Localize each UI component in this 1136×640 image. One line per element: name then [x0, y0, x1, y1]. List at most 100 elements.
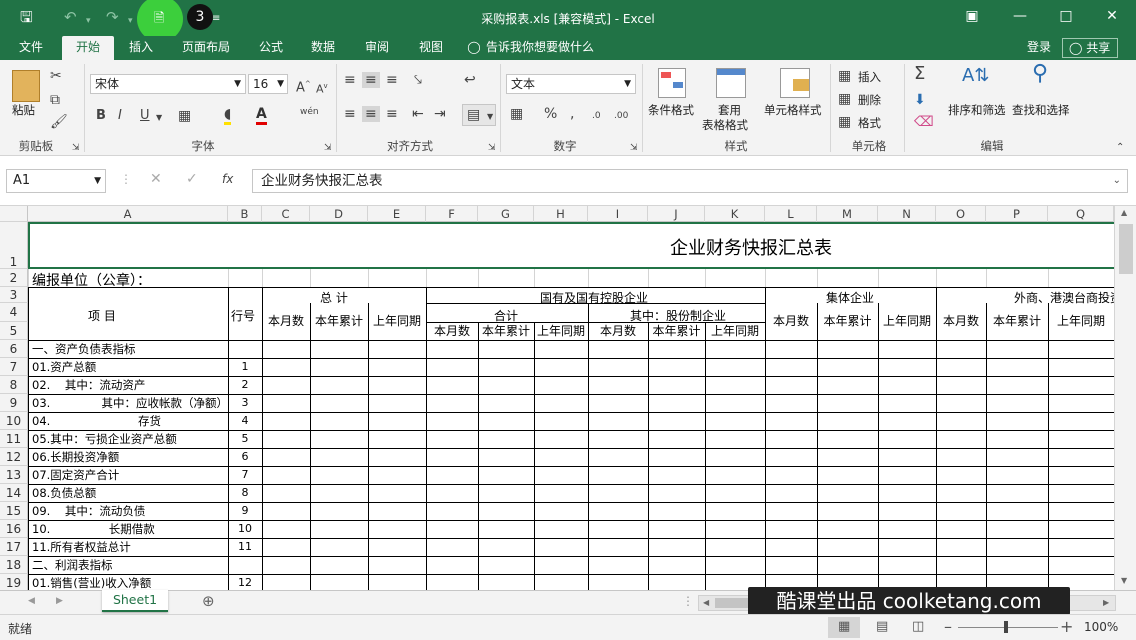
number-launcher-icon[interactable]: ⇲: [630, 140, 638, 156]
tab-home[interactable]: 开始: [62, 36, 114, 60]
prev-sheet-icon[interactable]: ◀: [28, 596, 35, 606]
item-row-no[interactable]: 12: [228, 574, 262, 590]
row-header-4[interactable]: 4: [0, 303, 28, 322]
item-row-no[interactable]: 7: [228, 466, 262, 484]
item-row-no[interactable]: 8: [228, 484, 262, 502]
row-header-6[interactable]: 6: [0, 340, 28, 358]
column-header-b[interactable]: B: [228, 206, 262, 222]
column-header-c[interactable]: C: [262, 206, 310, 222]
row-header-17[interactable]: 17: [0, 538, 28, 556]
item-label[interactable]: 03. 其中：应收帐款（净额）: [32, 394, 228, 412]
orientation-icon[interactable]: ⤥: [414, 72, 422, 88]
tab-insert[interactable]: 插入: [120, 36, 162, 60]
item-row-no[interactable]: 9: [228, 502, 262, 520]
format-painter-icon[interactable]: 🖌: [50, 114, 68, 130]
row-header-19[interactable]: 19: [0, 574, 28, 590]
sort-filter-label[interactable]: 排序和筛选: [948, 102, 1006, 118]
column-header-h[interactable]: H: [534, 206, 588, 222]
header-last-year[interactable]: 上年同期: [705, 322, 765, 340]
item-label[interactable]: 05.其中：亏损企业资产总额: [32, 430, 177, 448]
split-handle-icon[interactable]: ⋮: [682, 594, 694, 608]
align-center-icon[interactable]: ≡: [362, 106, 380, 122]
autosum-icon[interactable]: Σ: [914, 65, 925, 83]
header-ytd[interactable]: 本年累计: [648, 322, 705, 340]
comma-icon[interactable]: ,: [570, 106, 574, 122]
column-header-o[interactable]: O: [936, 206, 986, 222]
maximize-icon[interactable]: □: [1056, 8, 1076, 24]
item-label[interactable]: 10. 长期借款: [32, 520, 155, 538]
column-header-m[interactable]: M: [817, 206, 878, 222]
column-header-l[interactable]: L: [765, 206, 817, 222]
row-header-1[interactable]: 1: [0, 222, 28, 269]
row-header-7[interactable]: 7: [0, 358, 28, 376]
row-header-2[interactable]: 2: [0, 269, 28, 287]
row-header-16[interactable]: 16: [0, 520, 28, 538]
align-top-icon[interactable]: ≡: [344, 72, 356, 88]
chevron-down-icon[interactable]: ▼: [156, 110, 162, 126]
conditional-format-icon[interactable]: [658, 68, 686, 98]
paste-icon[interactable]: [12, 70, 40, 102]
cancel-icon[interactable]: ✕: [150, 171, 162, 187]
italic-icon[interactable]: I: [118, 108, 122, 124]
currency-icon[interactable]: ▦: [510, 106, 523, 122]
scroll-down-icon[interactable]: ▼: [1121, 576, 1127, 585]
insert-function-icon[interactable]: fx: [222, 172, 233, 186]
row-header-18[interactable]: 18: [0, 556, 28, 574]
item-label[interactable]: 06.长期投资净额: [32, 448, 119, 466]
font-color-icon[interactable]: A: [256, 106, 267, 125]
cut-icon[interactable]: ✂: [50, 68, 62, 84]
column-header-p[interactable]: P: [986, 206, 1048, 222]
align-bottom-icon[interactable]: ≡: [386, 72, 398, 88]
header-last-year[interactable]: 上年同期: [878, 303, 936, 340]
scroll-up-icon[interactable]: ▲: [1121, 208, 1127, 217]
scroll-right-icon[interactable]: ▶: [1103, 598, 1109, 607]
expand-formula-icon[interactable]: ⌄: [1113, 170, 1121, 192]
align-left-icon[interactable]: ≡: [344, 106, 356, 122]
row-no-header[interactable]: 行号: [231, 307, 255, 324]
vertical-scrollbar[interactable]: ▲ ▼: [1114, 206, 1136, 590]
merge-center-button[interactable]: ▤ ▼: [462, 104, 496, 126]
tab-file[interactable]: 文件: [10, 36, 52, 60]
report-title[interactable]: 企业财务快报汇总表: [670, 234, 832, 260]
tab-review[interactable]: 审阅: [356, 36, 398, 60]
reporting-unit[interactable]: 编报单位（公章）：: [32, 270, 151, 290]
column-header-e[interactable]: E: [368, 206, 426, 222]
percent-icon[interactable]: %: [544, 106, 557, 122]
conditional-format-label[interactable]: 条件格式: [648, 102, 694, 118]
state-owned-header[interactable]: 国有及国有控股企业: [540, 289, 648, 306]
worksheet[interactable]: ABCDEFGHIJKLMNOPQ 1 2 3 4 5 6 7 8 9 10 11 12 13 14 15 1…: [0, 206, 1136, 590]
column-header-f[interactable]: F: [426, 206, 478, 222]
ribbon-display-icon[interactable]: ▣: [962, 8, 982, 24]
zoom-level[interactable]: 100%: [1084, 620, 1118, 634]
item-label[interactable]: 08.负债总额: [32, 484, 96, 502]
decrease-indent-icon[interactable]: ⇤: [412, 106, 424, 122]
item-row-no[interactable]: [228, 340, 262, 358]
header-this-month[interactable]: 本月数: [936, 303, 986, 340]
row-header-14[interactable]: 14: [0, 484, 28, 502]
increase-font-icon[interactable]: A^: [296, 76, 311, 96]
format-cells-icon[interactable]: ▦: [838, 114, 851, 130]
header-last-year[interactable]: 上年同期: [368, 303, 426, 340]
sheet-tab-sheet1[interactable]: Sheet1: [102, 590, 168, 612]
page-layout-view-icon[interactable]: ▤: [876, 619, 888, 634]
header-this-month[interactable]: 本月数: [262, 303, 310, 340]
decrease-decimal-icon[interactable]: .00: [614, 108, 628, 124]
row-header-12[interactable]: 12: [0, 448, 28, 466]
phonetic-icon[interactable]: wén: [300, 104, 319, 120]
borders-icon[interactable]: ▦: [178, 108, 191, 124]
column-header-q[interactable]: Q: [1048, 206, 1114, 222]
tab-formulas[interactable]: 公式: [250, 36, 292, 60]
font-name-box[interactable]: 宋体 ▼: [90, 74, 246, 94]
collapse-ribbon-icon[interactable]: ⌃: [1116, 140, 1124, 156]
item-row-no[interactable]: 1: [228, 358, 262, 376]
delete-cells-icon[interactable]: ▦: [838, 91, 851, 107]
tell-me-box[interactable]: 告诉我你想要做什么: [486, 36, 604, 60]
header-this-month[interactable]: 本月数: [588, 322, 648, 340]
row-header-11[interactable]: 11: [0, 430, 28, 448]
row-header-5[interactable]: 5: [0, 322, 28, 340]
header-this-month[interactable]: 本月数: [426, 322, 478, 340]
align-middle-icon[interactable]: ≡: [362, 72, 380, 88]
item-label[interactable]: 02. 其中：流动资产: [32, 376, 145, 394]
row-header-3[interactable]: 3: [0, 287, 28, 303]
item-label[interactable]: 二、利润表指标: [32, 556, 113, 574]
